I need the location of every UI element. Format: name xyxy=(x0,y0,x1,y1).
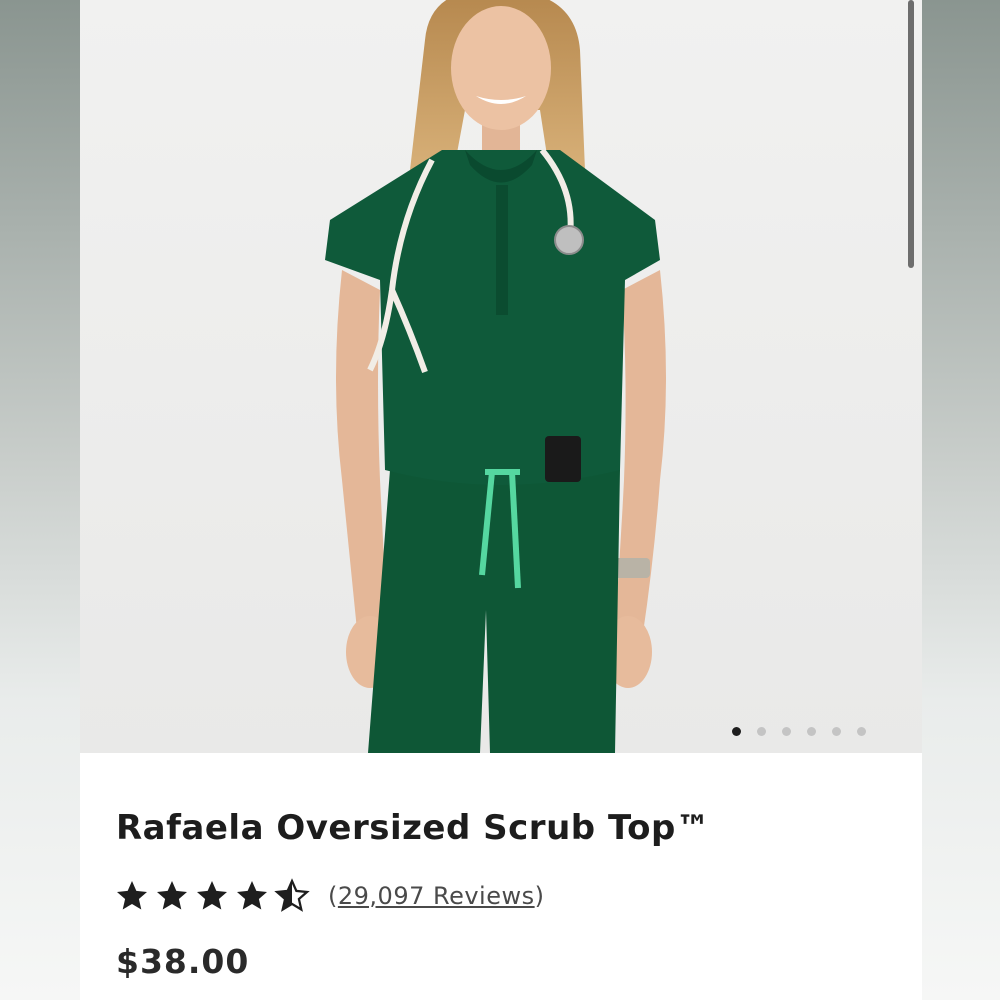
reviews-count: (29,097 Reviews) xyxy=(328,882,545,910)
reviews-close-paren: ) xyxy=(534,882,545,910)
half-star-icon xyxy=(274,878,310,912)
product-photo xyxy=(80,0,922,753)
carousel-dot[interactable] xyxy=(807,727,816,736)
rating-stars xyxy=(114,878,310,914)
screen: Rafaela Oversized Scrub Top™ (29,097 Rev… xyxy=(0,0,1000,1000)
scrollbar[interactable] xyxy=(908,0,914,268)
star-icon xyxy=(197,881,227,910)
carousel-pagination xyxy=(732,727,866,736)
reviews-open-paren: ( xyxy=(328,882,338,910)
product-image-carousel[interactable] xyxy=(80,0,922,753)
carousel-dot[interactable] xyxy=(732,727,741,736)
product-title: Rafaela Oversized Scrub Top™ xyxy=(116,808,711,848)
carousel-dot[interactable] xyxy=(757,727,766,736)
product-price: $38.00 xyxy=(116,942,250,981)
product-rating[interactable]: (29,097 Reviews) xyxy=(114,872,545,920)
carousel-dot[interactable] xyxy=(832,727,841,736)
carousel-dot[interactable] xyxy=(782,727,791,736)
product-card: Rafaela Oversized Scrub Top™ (29,097 Rev… xyxy=(80,0,922,1000)
star-icon xyxy=(117,881,147,910)
star-icon xyxy=(157,881,187,910)
reviews-link[interactable]: 29,097 Reviews xyxy=(338,882,535,910)
star-icon xyxy=(237,881,267,910)
carousel-dot[interactable] xyxy=(857,727,866,736)
